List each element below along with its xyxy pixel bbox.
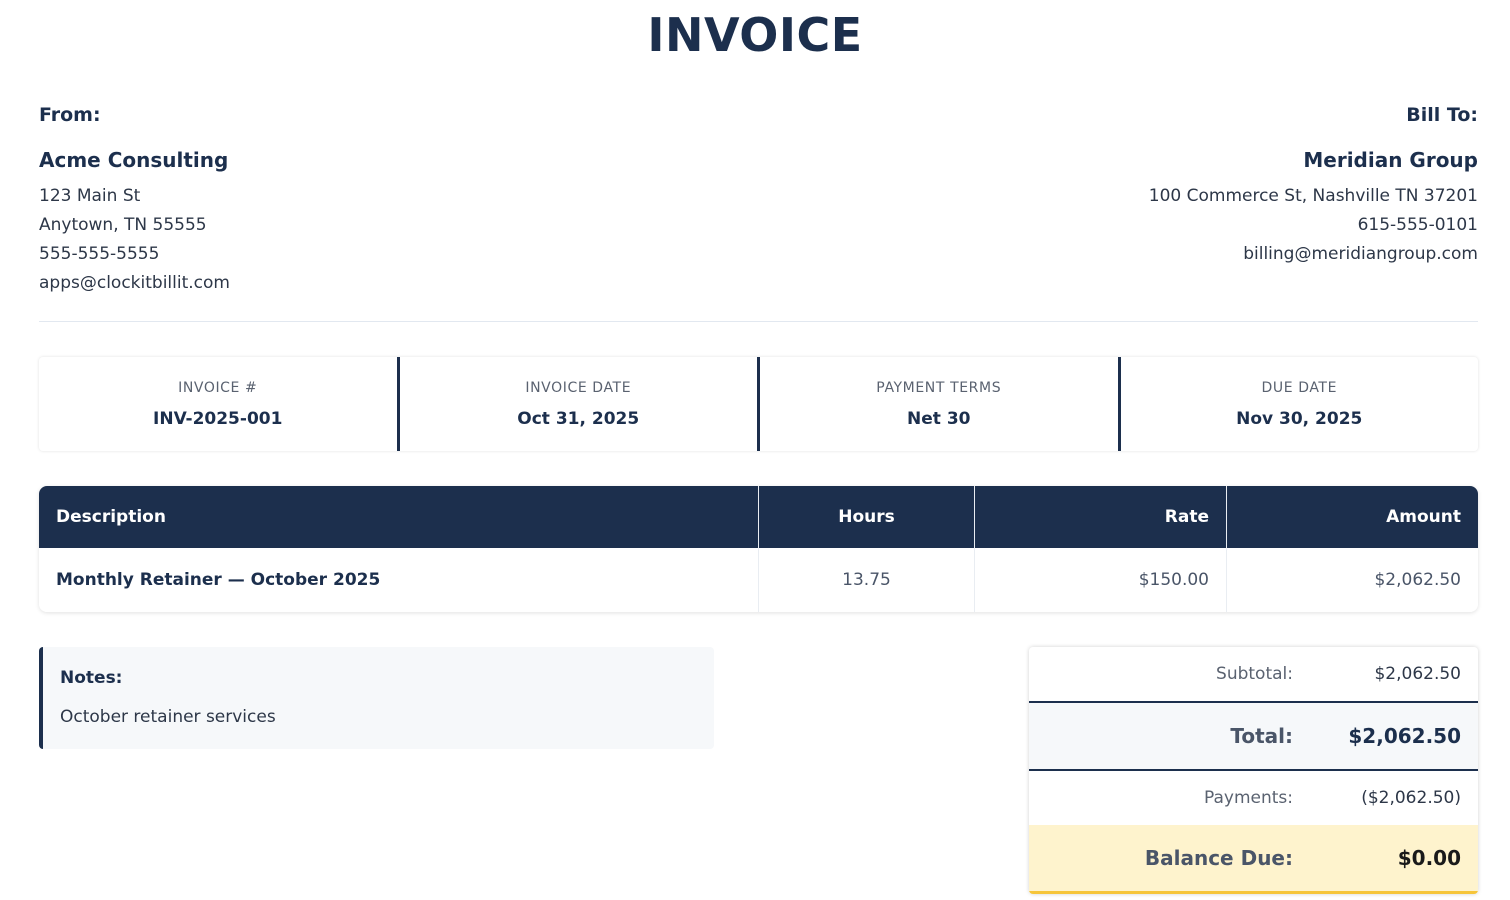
notes-title: Notes: (60, 668, 123, 688)
item-amount: $2,062.50 (1226, 548, 1478, 612)
meta-payment-terms: PAYMENT TERMS Net 30 (757, 357, 1118, 451)
from-phone: 555-555-5555 (39, 244, 160, 264)
bill-to-phone: 615-555-0101 (1357, 215, 1478, 235)
totals-box: Subtotal: $2,062.50 Total: $2,062.50 Pay… (1029, 647, 1478, 894)
bill-to-label: Bill To: (1406, 104, 1478, 126)
invoice-title: INVOICE (647, 8, 863, 62)
notes-box: Notes: October retainer services (39, 647, 714, 749)
payments-row: Payments: ($2,062.50) (1029, 771, 1478, 825)
meta-value: INV-2025-001 (153, 408, 283, 429)
meta-invoice-number: INVOICE # INV-2025-001 (39, 357, 397, 451)
meta-due-date: DUE DATE Nov 30, 2025 (1117, 357, 1479, 451)
meta-invoice-date: INVOICE DATE Oct 31, 2025 (396, 357, 758, 451)
meta-value: Oct 31, 2025 (517, 408, 640, 429)
payments-label: Payments: (1203, 788, 1293, 808)
meta-label: INVOICE DATE (525, 379, 632, 396)
item-description: Monthly Retainer — October 2025 (39, 548, 758, 612)
total-row: Total: $2,062.50 (1029, 703, 1478, 771)
meta-value: Net 30 (907, 408, 971, 429)
notes-text: October retainer services (60, 707, 276, 727)
total-value: $2,062.50 (1348, 724, 1461, 748)
table-header-row: Description Hours Rate Amount (39, 486, 1478, 548)
subtotal-label: Subtotal: (1216, 664, 1293, 684)
meta-label: DUE DATE (1261, 379, 1338, 396)
bill-to-section: Bill To: Meridian Group 100 Commerce St,… (878, 100, 1478, 269)
column-header-amount: Amount (1226, 486, 1478, 548)
item-hours: 13.75 (758, 548, 974, 612)
balance-due-row: Balance Due: $0.00 (1029, 825, 1478, 894)
from-section: From: Acme Consulting 123 Main St Anytow… (39, 100, 639, 298)
total-label: Total: (1230, 724, 1293, 748)
subtotal-row: Subtotal: $2,062.50 (1029, 647, 1478, 703)
column-header-description: Description (39, 486, 758, 548)
table-row: Monthly Retainer — October 2025 13.75 $1… (39, 548, 1478, 612)
bill-to-company-name: Meridian Group (1303, 148, 1478, 172)
meta-label: PAYMENT TERMS (876, 379, 1002, 396)
balance-due-label: Balance Due: (1144, 846, 1293, 870)
bill-to-email: billing@meridiangroup.com (1243, 244, 1478, 264)
invoice-meta-bar: INVOICE # INV-2025-001 INVOICE DATE Oct … (39, 357, 1478, 451)
column-header-hours: Hours (758, 486, 974, 548)
meta-value: Nov 30, 2025 (1236, 408, 1363, 429)
subtotal-value: $2,062.50 (1374, 664, 1461, 684)
balance-due-value: $0.00 (1397, 846, 1461, 870)
from-email: apps@clockitbillit.com (39, 273, 230, 293)
header-divider (39, 321, 1478, 322)
payments-value: ($2,062.50) (1361, 788, 1461, 808)
column-header-rate: Rate (974, 486, 1226, 548)
invoice-page: INVOICE From: Acme Consulting 123 Main S… (0, 0, 1510, 900)
meta-label: INVOICE # (178, 379, 258, 396)
from-label: From: (39, 104, 101, 126)
item-rate: $150.00 (974, 548, 1226, 612)
from-city: Anytown, TN 55555 (39, 215, 207, 235)
from-street: 123 Main St (39, 186, 141, 206)
line-items-table: Description Hours Rate Amount Monthly Re… (39, 486, 1478, 612)
bill-to-address: 100 Commerce St, Nashville TN 37201 (1148, 186, 1478, 206)
from-company-name: Acme Consulting (39, 148, 229, 172)
